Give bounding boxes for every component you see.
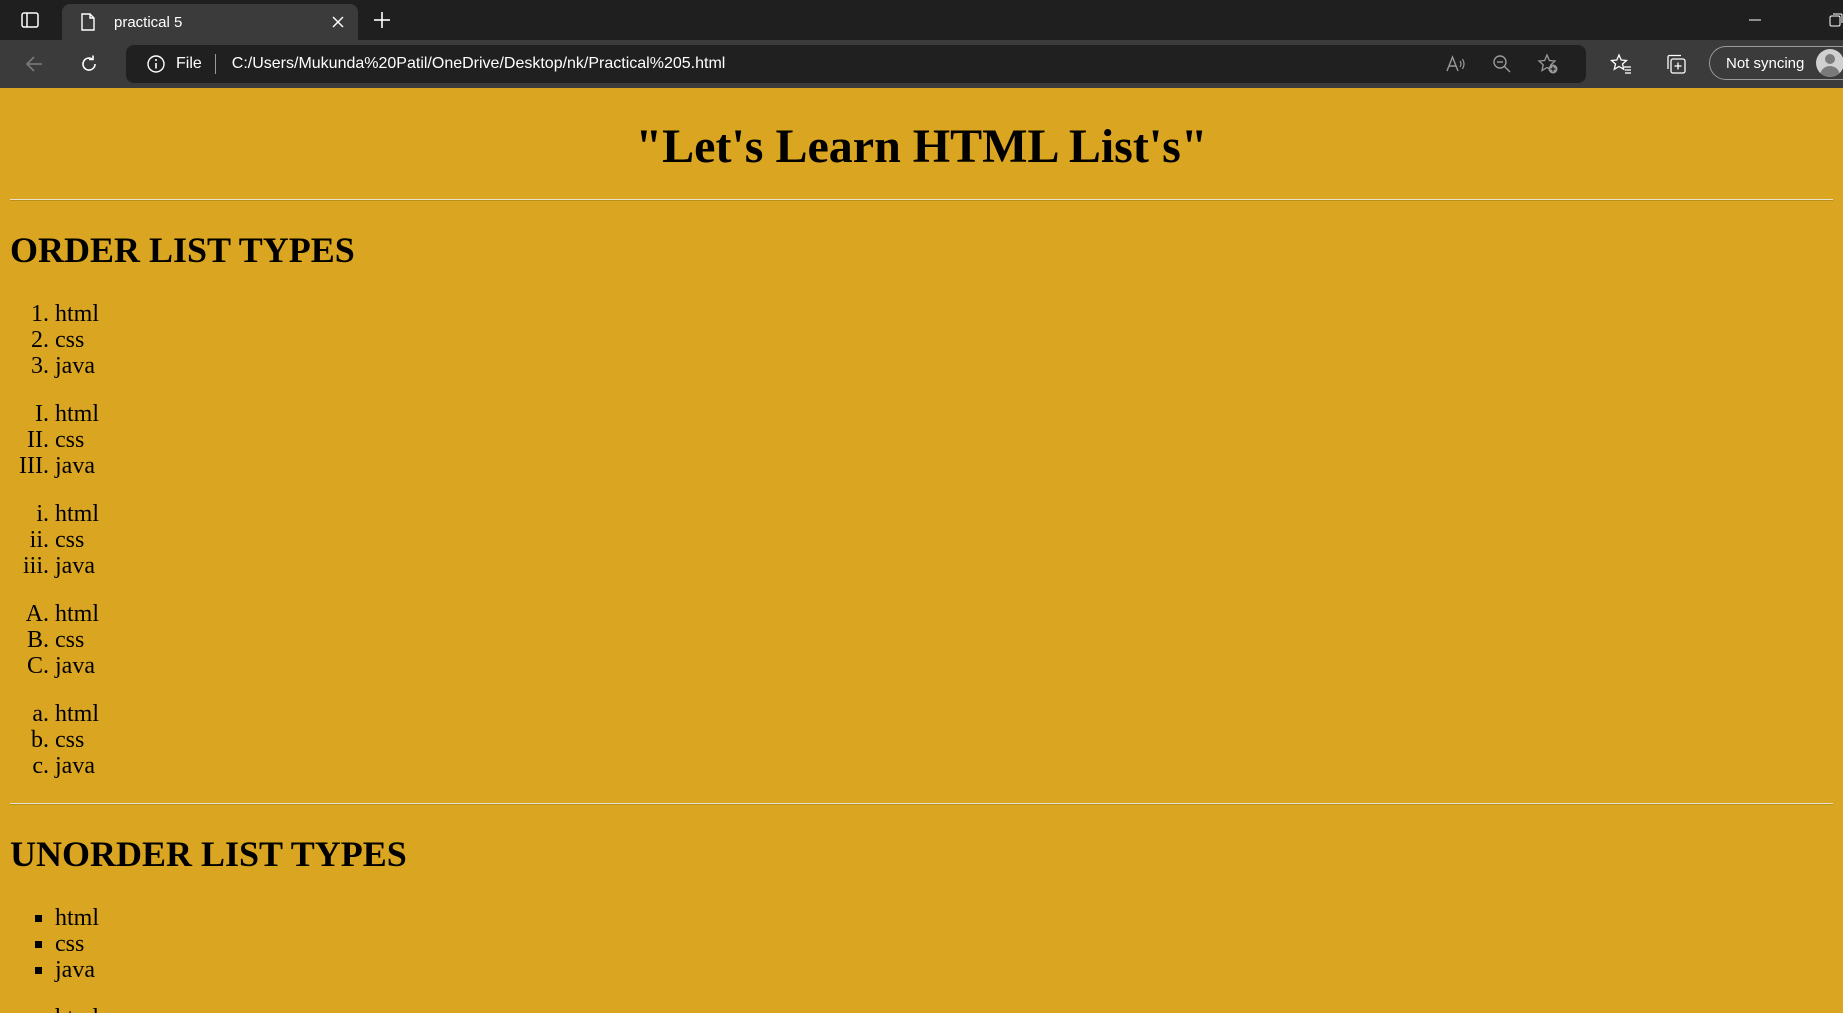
page-viewport: "Let's Learn HTML List's" ORDER LIST TYP… [0, 88, 1843, 1013]
address-bar-actions [1440, 45, 1564, 83]
ordered-list-upper-roman: html css java [10, 401, 1833, 479]
new-tab-button[interactable] [366, 4, 398, 36]
url-scheme-label: File [176, 55, 202, 72]
navigation-toolbar: File C:/Users/Mukunda%20Patil/OneDrive/D… [0, 40, 1843, 88]
list-item: html [55, 501, 1833, 527]
url-text[interactable]: C:/Users/Mukunda%20Patil/OneDrive/Deskto… [232, 55, 726, 73]
list-item: css [55, 327, 1833, 353]
list-item: html [55, 1005, 1833, 1013]
list-item: css [55, 727, 1833, 753]
window-controls [1727, 0, 1843, 40]
list-item: html [55, 701, 1833, 727]
list-item: java [55, 957, 1833, 983]
list-item: html [55, 905, 1833, 931]
list-item: css [55, 931, 1833, 957]
divider [10, 803, 1833, 805]
profile-sync-button[interactable]: Not syncing [1709, 46, 1843, 80]
back-button[interactable] [18, 48, 50, 80]
ordered-list-upper-alpha: html css java [10, 601, 1833, 679]
unordered-list-square: html css java [10, 905, 1833, 983]
refresh-button[interactable] [73, 48, 105, 80]
list-item: java [55, 353, 1833, 379]
unordered-list-circle: html [10, 1005, 1833, 1013]
zoom-out-icon[interactable] [1486, 48, 1518, 80]
address-bar[interactable]: File C:/Users/Mukunda%20Patil/OneDrive/D… [126, 45, 1586, 83]
list-item: java [55, 553, 1833, 579]
list-item: html [55, 601, 1833, 627]
minimize-button[interactable] [1727, 0, 1783, 40]
list-item: css [55, 627, 1833, 653]
list-item: css [55, 527, 1833, 553]
unordered-section-title: UNORDER LIST TYPES [10, 834, 407, 874]
page-icon [76, 13, 100, 31]
collections-button[interactable] [1660, 48, 1692, 80]
favorites-button[interactable] [1605, 48, 1637, 80]
list-item: css [55, 427, 1833, 453]
ordered-list-decimal: html css java [10, 301, 1833, 379]
plus-icon [374, 12, 390, 28]
address-divider [214, 54, 216, 74]
divider [10, 199, 1833, 201]
ordered-list-lower-roman: html css java [10, 501, 1833, 579]
ordered-section-title: ORDER LIST TYPES [10, 230, 355, 270]
list-item: java [55, 753, 1833, 779]
avatar [1816, 49, 1843, 77]
page-heading: "Let's Learn HTML List's" [635, 120, 1208, 173]
tab-actions-button[interactable] [0, 0, 60, 40]
restore-button[interactable] [1783, 0, 1843, 40]
sync-status-label: Not syncing [1726, 54, 1805, 72]
list-item: html [55, 401, 1833, 427]
list-item: html [55, 301, 1833, 327]
list-item: java [55, 453, 1833, 479]
browser-tab-active[interactable]: practical 5 [62, 4, 358, 40]
minimize-icon [1749, 19, 1761, 21]
favorites-icon [1610, 53, 1631, 74]
add-favorite-icon[interactable] [1532, 48, 1564, 80]
ordered-list-lower-alpha: html css java [10, 701, 1833, 779]
list-item: java [55, 653, 1833, 679]
tab-actions-icon [21, 12, 39, 28]
tab-title: practical 5 [114, 13, 183, 31]
back-arrow-icon [25, 56, 42, 72]
collections-icon [1667, 54, 1686, 74]
site-info-icon[interactable] [146, 54, 166, 74]
close-tab-icon[interactable] [322, 6, 354, 38]
refresh-icon [82, 55, 96, 71]
tab-strip: practical 5 [0, 0, 1843, 40]
read-aloud-icon[interactable] [1440, 48, 1472, 80]
page-body: "Let's Learn HTML List's" ORDER LIST TYP… [0, 119, 1843, 1013]
restore-icon [1829, 13, 1843, 27]
